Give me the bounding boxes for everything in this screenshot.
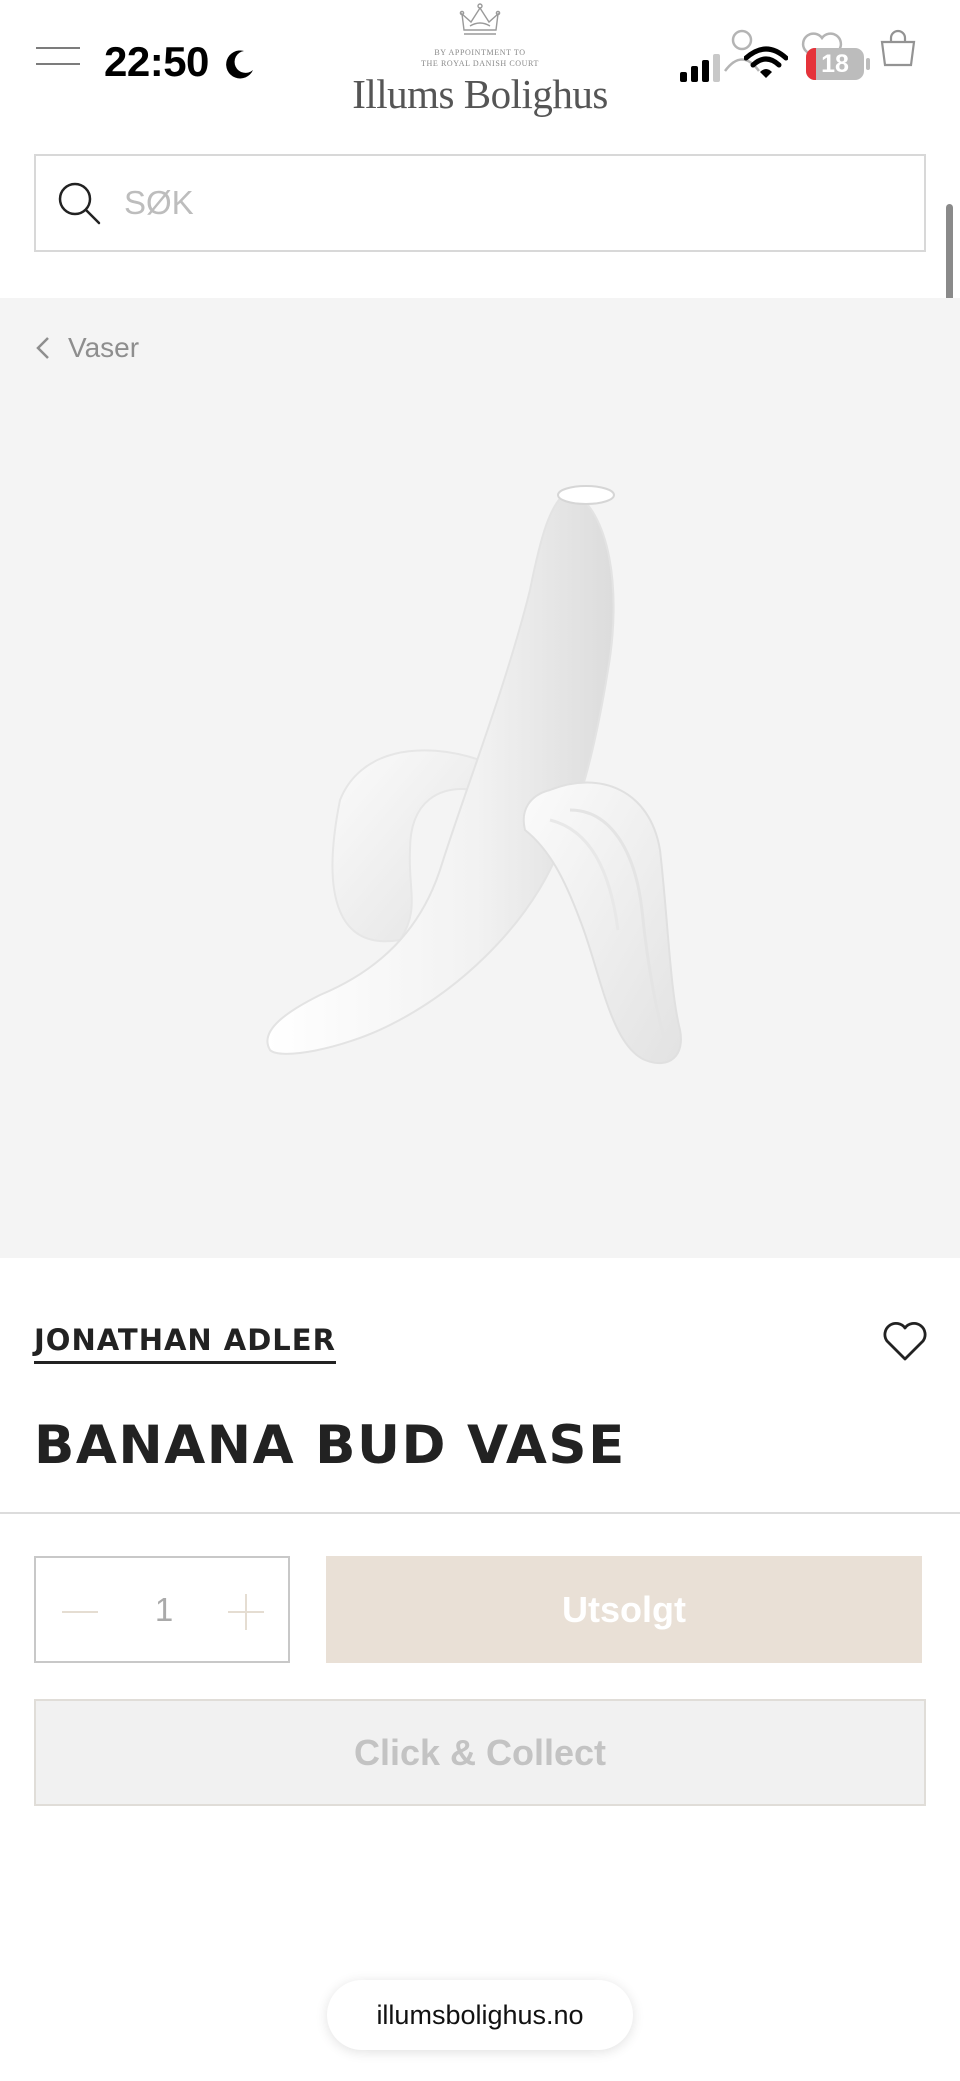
- illums-bolighus-logo[interactable]: BY APPOINTMENT TO THE ROYAL DANISH COURT…: [330, 0, 630, 120]
- quantity-stepper[interactable]: 1: [34, 1556, 290, 1663]
- heart-icon[interactable]: [882, 1320, 928, 1362]
- brand-link[interactable]: JONATHAN ADLER: [34, 1323, 336, 1364]
- site-header: 22:50 BY APPOINTMENT TO THE ROYAL DANISH…: [0, 0, 960, 132]
- status-time: 22:50: [104, 38, 209, 85]
- wifi-icon: [744, 46, 788, 78]
- battery-level: 18: [821, 50, 849, 78]
- breadcrumb-label[interactable]: Vaser: [68, 332, 139, 364]
- moon-icon: [226, 50, 253, 79]
- divider: [0, 1512, 960, 1514]
- search-icon[interactable]: [56, 180, 102, 226]
- quantity-value[interactable]: 1: [126, 1558, 202, 1661]
- minus-icon[interactable]: [62, 1594, 98, 1630]
- breadcrumb[interactable]: Vaser: [34, 330, 139, 366]
- product-title: BANANA BUD VASE: [34, 1415, 626, 1476]
- browser-url-bar[interactable]: illumsbolighus.no: [327, 1980, 633, 2050]
- menu-icon[interactable]: [36, 47, 80, 67]
- chevron-left-icon: [36, 337, 49, 359]
- signal-icon: [680, 54, 720, 82]
- search-input[interactable]: [124, 174, 884, 232]
- banana-vase-image: [266, 485, 682, 1065]
- sold-out-button[interactable]: Utsolgt: [326, 1556, 922, 1663]
- royal-appointment-text: BY APPOINTMENT TO THE ROYAL DANISH COURT: [421, 48, 539, 68]
- battery-indicator: 18: [806, 48, 870, 80]
- crown-icon: [459, 3, 501, 35]
- search-bar[interactable]: [34, 154, 926, 252]
- plus-icon[interactable]: [228, 1594, 264, 1630]
- logo-wordmark: Illums Bolighus: [352, 71, 608, 117]
- cart-icon[interactable]: [878, 28, 918, 68]
- click-and-collect-button[interactable]: Click & Collect: [34, 1699, 926, 1806]
